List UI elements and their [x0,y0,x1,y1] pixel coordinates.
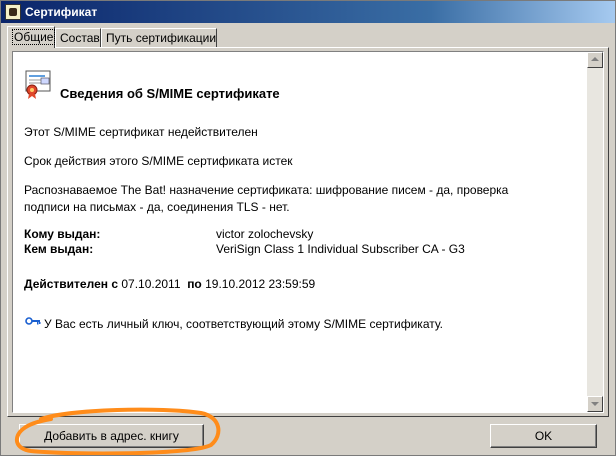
tab-general-label: Общие [12,29,56,45]
certificate-icon [25,70,51,99]
issued-to-value: victor zolochevsky [216,227,314,241]
key-icon [25,317,41,325]
validity-period: Действителен с 07.10.2011 по 19.10.2012 … [24,277,315,291]
tab-panel-general: Сведения об S/MIME сертификате Этот S/MI… [7,47,609,417]
issued-by-label: Кем выдан: [24,242,94,256]
scroll-down-button[interactable] [587,396,603,412]
valid-from-label: Действителен с [24,277,118,291]
tab-details[interactable]: Состав [55,28,101,47]
issued-to-label: Кому выдан: [24,227,101,241]
title-bar[interactable]: Сертификат [1,1,615,23]
vertical-scrollbar[interactable] [587,52,603,412]
issued-by-value: VeriSign Class 1 Individual Subscriber C… [216,242,465,256]
purpose-text-line1: Распознаваемое The Bat! назначение серти… [24,183,509,197]
app-icon[interactable] [5,4,21,20]
tab-certification-path[interactable]: Путь сертификации [101,28,217,47]
scroll-up-button[interactable] [587,52,603,68]
tab-general[interactable]: Общие [7,26,56,48]
add-to-address-book-button[interactable]: Добавить в адрес. книгу [19,424,204,448]
certificate-heading: Сведения об S/MIME сертификате [60,86,280,101]
status-expired-text: Срок действия этого S/MIME сертификата и… [24,154,293,168]
ok-button[interactable]: OK [490,424,597,448]
window-title: Сертификат [25,5,98,19]
certificate-dialog: Сертификат Общие Состав Путь сертификаци… [0,0,616,456]
tab-details-label: Состав [60,31,100,45]
tab-certification-path-label: Путь сертификации [106,31,217,45]
purpose-text-line2: подписи на письмах - да, соединения TLS … [24,200,290,214]
valid-from-value: 07.10.2011 [121,277,181,291]
status-invalid-text: Этот S/MIME сертификат недействителен [24,125,258,139]
certificate-info-area: Сведения об S/MIME сертификате Этот S/MI… [12,51,604,413]
valid-to-value: 19.10.2012 23:59:59 [205,277,316,291]
valid-to-label: по [187,277,202,291]
private-key-note: У Вас есть личный ключ, соответствующий … [44,317,443,331]
